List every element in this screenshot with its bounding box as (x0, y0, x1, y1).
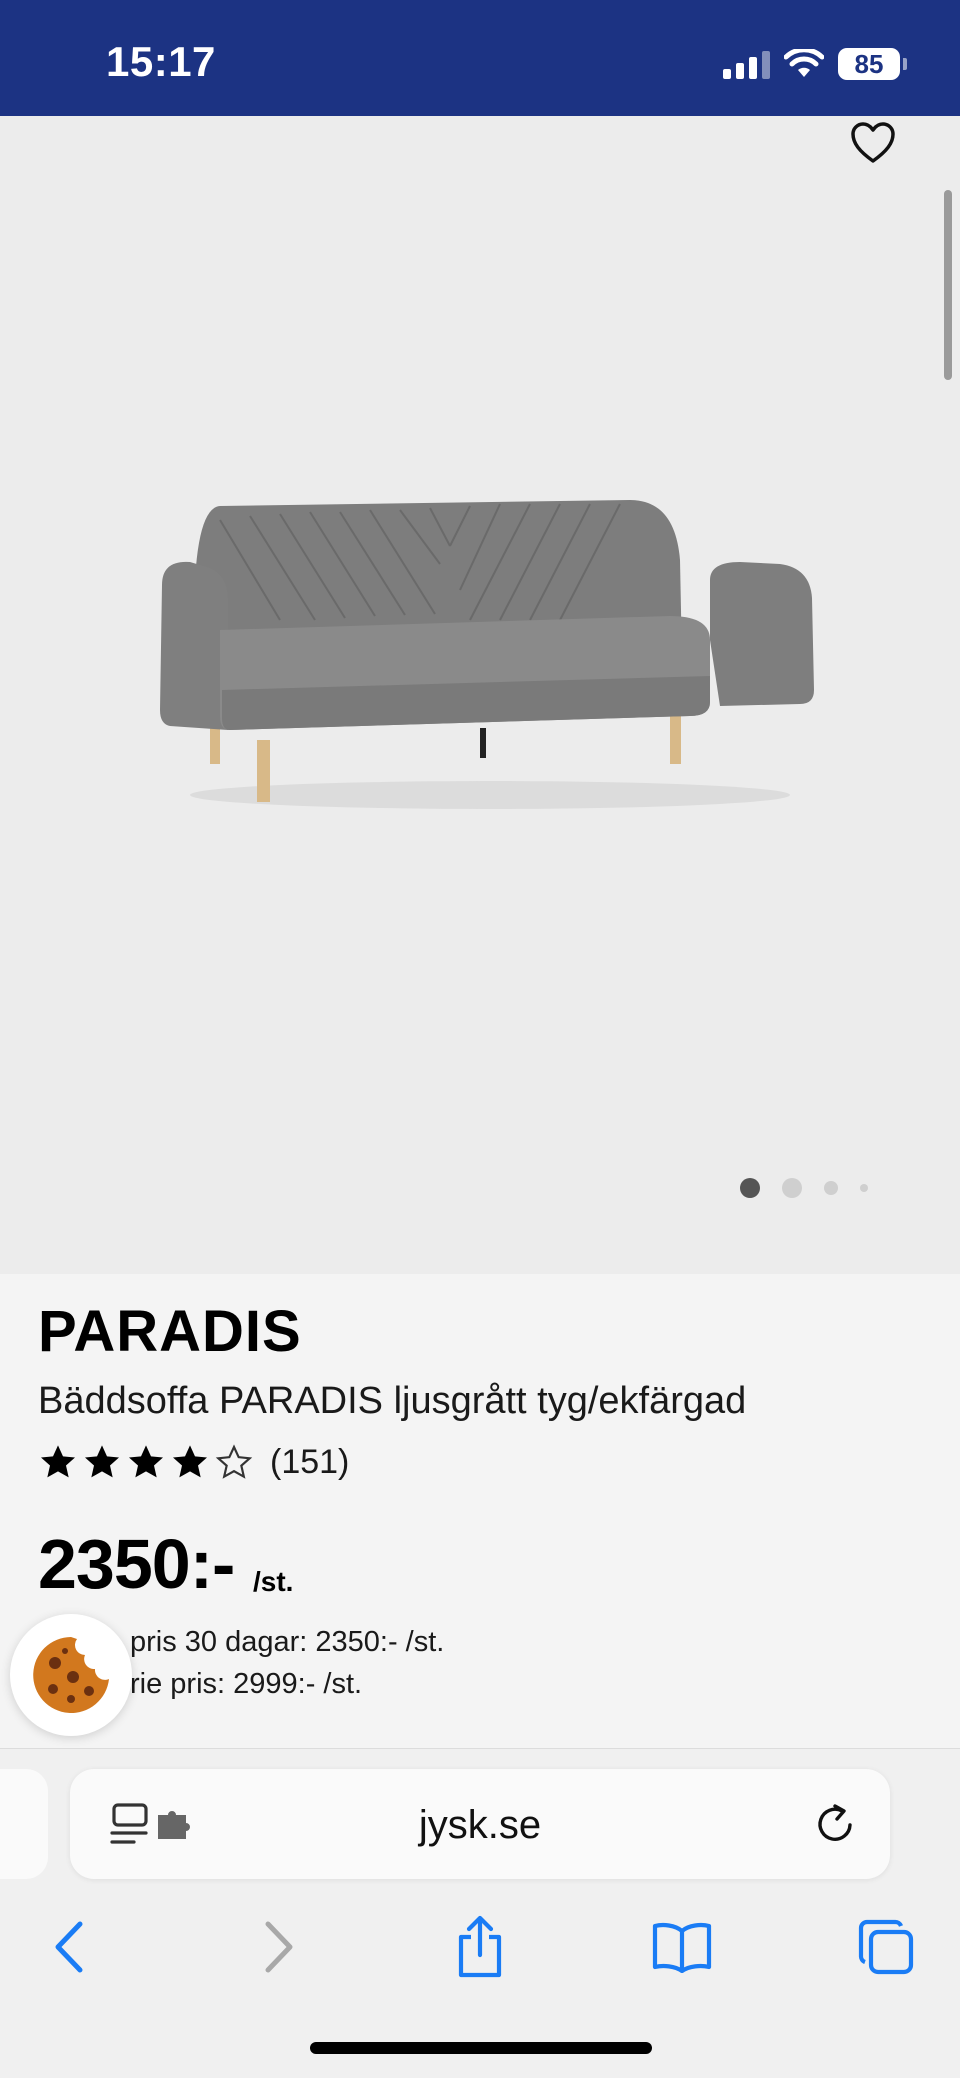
product-price: 2350:- (38, 1525, 235, 1603)
battery-icon: 85 (838, 48, 907, 80)
star-filled-icon (173, 1445, 207, 1478)
ordinary-price: rie pris: 2999:- /st. (130, 1668, 363, 1700)
pagination-dot[interactable] (740, 1178, 760, 1198)
sofa-product-image (160, 500, 814, 809)
url-text: jysk.se (418, 1803, 542, 1847)
forward-button[interactable] (246, 1915, 310, 1979)
share-icon (458, 1915, 502, 1978)
rating-stars (38, 1442, 254, 1482)
book-icon (652, 1922, 712, 1973)
tabs-button[interactable] (854, 1915, 918, 1979)
chevron-right-icon (265, 1921, 293, 1973)
price-unit: /st. (253, 1566, 294, 1597)
chevron-left-icon (55, 1921, 83, 1973)
rating-count: (151) (270, 1442, 350, 1481)
previous-tab-preview[interactable] (0, 1769, 48, 1879)
bookmarks-button[interactable] (650, 1915, 714, 1979)
pagination-dot[interactable] (860, 1184, 868, 1192)
tabs-icon (858, 1919, 914, 1975)
wifi-icon (784, 49, 824, 77)
product-info: PARADIS Bäddsoffa PARADIS ljusgrått tyg/… (0, 1274, 960, 1748)
cellular-signal-icon (723, 49, 770, 79)
image-pagination[interactable] (740, 1178, 868, 1198)
product-title: Bäddsoffa PARADIS ljusgrått tyg/ekfärgad (38, 1380, 747, 1422)
status-indicators: 85 (723, 44, 907, 84)
lowest-price-30-days: pris 30 dagar: 2350:- /st. (130, 1626, 445, 1658)
star-filled-icon (129, 1445, 163, 1478)
cookie-settings-button[interactable] (10, 1614, 132, 1736)
cookie-icon (33, 1637, 109, 1713)
star-filled-icon (85, 1445, 119, 1478)
page-scrollbar[interactable] (944, 190, 952, 380)
product-brand: PARADIS (38, 1299, 302, 1364)
star-filled-icon (41, 1445, 75, 1478)
browser-toolbar (0, 1909, 960, 1989)
back-button[interactable] (38, 1915, 102, 1979)
share-button[interactable] (448, 1915, 512, 1979)
status-time: 15:17 (106, 38, 216, 85)
reload-icon[interactable] (812, 1801, 858, 1847)
browser-bottom-bar: jysk.se (0, 1748, 960, 2078)
home-indicator[interactable] (310, 2042, 652, 2054)
product-rating[interactable]: (151) (38, 1442, 349, 1482)
status-bar: 15:17 85 (0, 0, 960, 116)
pagination-dot[interactable] (824, 1181, 838, 1195)
address-bar[interactable]: jysk.se (70, 1769, 890, 1879)
star-empty-icon (215, 1444, 253, 1479)
heart-outline-icon[interactable] (849, 121, 897, 165)
product-image-gallery[interactable] (0, 116, 960, 1274)
pagination-dot[interactable] (782, 1178, 802, 1198)
